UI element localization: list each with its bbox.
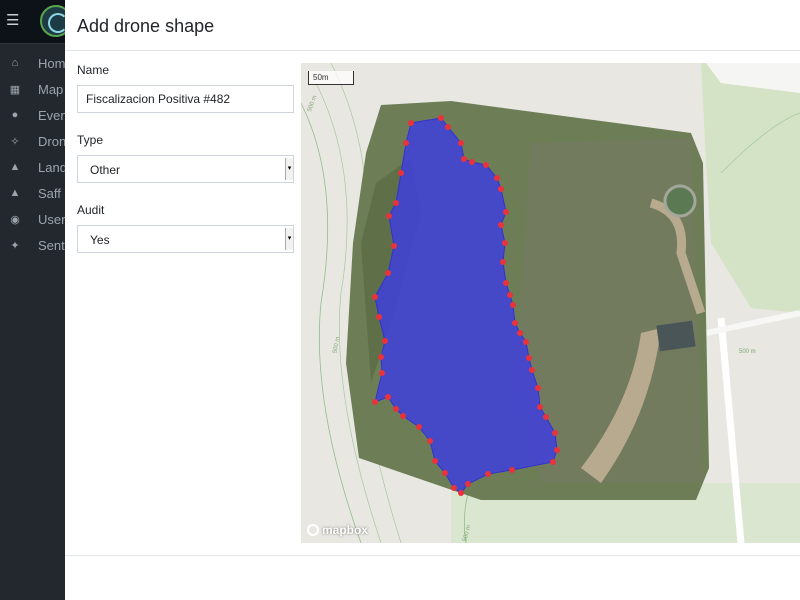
alert-icon: ● bbox=[11, 109, 19, 121]
polygon-vertex-handle[interactable] bbox=[400, 413, 406, 419]
sidebar-nav: ⌂Home ▦Map ●Events ✧Drones ▲Land ▲Saff ◉… bbox=[0, 44, 65, 258]
mapbox-logo[interactable]: mapbox bbox=[307, 523, 368, 537]
polygon-vertex-handle[interactable] bbox=[386, 213, 392, 219]
polygon-vertex-handle[interactable] bbox=[498, 222, 504, 228]
polygon-vertex-handle[interactable] bbox=[432, 458, 438, 464]
sidebar-item-saff[interactable]: ▲ Saff bbox=[0, 180, 65, 206]
type-select[interactable]: Other ▾ bbox=[77, 155, 294, 183]
polygon-vertex-handle[interactable] bbox=[507, 292, 513, 298]
chevron-down-icon: ▾ bbox=[285, 228, 293, 250]
polygon-vertex-handle[interactable] bbox=[398, 170, 404, 176]
satellite-icon: ✦ bbox=[10, 239, 20, 252]
add-drone-shape-modal: Add drone shape Name Type Other ▾ Audit … bbox=[65, 0, 800, 600]
polygon-vertex-handle[interactable] bbox=[416, 424, 422, 430]
polygon-vertex-handle[interactable] bbox=[510, 302, 516, 308]
polygon-vertex-handle[interactable] bbox=[512, 320, 518, 326]
polygon-vertex-handle[interactable] bbox=[458, 490, 464, 496]
polygon-vertex-handle[interactable] bbox=[535, 385, 541, 391]
polygon-vertex-handle[interactable] bbox=[378, 354, 384, 360]
polygon-vertex-handle[interactable] bbox=[385, 394, 391, 400]
sidebar: ☰ ⌂Home ▦Map ●Events ✧Drones ▲Land ▲Saff… bbox=[0, 0, 65, 600]
audit-label: Audit bbox=[77, 203, 105, 217]
polygon-vertex-handle[interactable] bbox=[498, 186, 504, 192]
polygon-vertex-handle[interactable] bbox=[393, 200, 399, 206]
mapbox-logo-icon bbox=[307, 524, 319, 536]
polygon-vertex-handle[interactable] bbox=[382, 338, 388, 344]
polygon-vertex-handle[interactable] bbox=[385, 270, 391, 276]
polygon-vertex-handle[interactable] bbox=[442, 470, 448, 476]
polygon-vertex-handle[interactable] bbox=[438, 115, 444, 121]
name-label: Name bbox=[77, 63, 110, 77]
polygon-vertex-handle[interactable] bbox=[372, 399, 378, 405]
polygon-vertex-handle[interactable] bbox=[554, 447, 560, 453]
water-tank bbox=[663, 184, 697, 218]
polygon-vertex-handle[interactable] bbox=[502, 240, 508, 246]
hamburger-menu-icon[interactable]: ☰ bbox=[6, 12, 19, 30]
map-canvas[interactable]: 500 m 500 m 500 m 500 m bbox=[301, 63, 800, 543]
land-icon: ▲ bbox=[9, 161, 21, 173]
polygon-vertex-handle[interactable] bbox=[483, 162, 489, 168]
audit-select-value: Yes bbox=[90, 233, 110, 247]
polygon-vertex-handle[interactable] bbox=[408, 120, 414, 126]
polygon-vertex-handle[interactable] bbox=[427, 438, 433, 444]
modal-title: Add drone shape bbox=[77, 16, 215, 36]
polygon-vertex-handle[interactable] bbox=[509, 467, 515, 473]
sidebar-item-drones[interactable]: ✧Drones bbox=[0, 128, 65, 154]
polygon-vertex-handle[interactable] bbox=[391, 243, 397, 249]
polygon-vertex-handle[interactable] bbox=[503, 280, 509, 286]
users-icon: ◉ bbox=[10, 213, 20, 226]
polygon-vertex-handle[interactable] bbox=[529, 367, 535, 373]
contour-label: 500 m bbox=[739, 349, 756, 355]
polygon-vertex-handle[interactable] bbox=[461, 156, 467, 162]
map-scale-bar: 50m bbox=[308, 71, 354, 85]
sidebar-item-map[interactable]: ▦ Map bbox=[0, 76, 65, 102]
sidebar-item-users[interactable]: ◉Users bbox=[0, 206, 65, 232]
polygon-vertex-handle[interactable] bbox=[376, 314, 382, 320]
polygon-vertex-handle[interactable] bbox=[469, 159, 475, 165]
sidebar-item-sentinel[interactable]: ✦Sentinel bbox=[0, 232, 65, 258]
polygon-vertex-handle[interactable] bbox=[372, 294, 378, 300]
building-roof bbox=[656, 320, 696, 352]
polygon-vertex-handle[interactable] bbox=[550, 459, 556, 465]
sidebar-item-events[interactable]: ●Events bbox=[0, 102, 65, 128]
home-icon: ⌂ bbox=[11, 57, 19, 69]
polygon-vertex-handle[interactable] bbox=[403, 140, 409, 146]
drone-icon: ✧ bbox=[10, 135, 20, 148]
shape-form: Name Type Other ▾ Audit Yes ▾ bbox=[77, 63, 294, 273]
polygon-vertex-handle[interactable] bbox=[517, 330, 523, 336]
modal-header: Add drone shape bbox=[65, 0, 800, 51]
polygon-vertex-handle[interactable] bbox=[451, 485, 457, 491]
type-label: Type bbox=[77, 133, 104, 147]
sidebar-header: ☰ bbox=[0, 0, 65, 44]
polygon-vertex-handle[interactable] bbox=[379, 370, 385, 376]
app-logo[interactable] bbox=[40, 5, 65, 37]
polygon-vertex-handle[interactable] bbox=[537, 404, 543, 410]
chevron-down-icon: ▾ bbox=[285, 158, 293, 180]
polygon-vertex-handle[interactable] bbox=[500, 259, 506, 265]
polygon-vertex-handle[interactable] bbox=[494, 175, 500, 181]
map-icon: ▦ bbox=[9, 83, 21, 96]
polygon-vertex-handle[interactable] bbox=[485, 471, 491, 477]
polygon-vertex-handle[interactable] bbox=[523, 339, 529, 345]
polygon-vertex-handle[interactable] bbox=[503, 209, 509, 215]
polygon-vertex-handle[interactable] bbox=[465, 481, 471, 487]
polygon-vertex-handle[interactable] bbox=[458, 140, 464, 146]
polygon-vertex-handle[interactable] bbox=[393, 406, 399, 412]
name-input[interactable] bbox=[77, 85, 294, 113]
map-view[interactable]: 500 m 500 m 500 m 500 m 50m mapbox bbox=[301, 63, 800, 543]
mapbox-logo-text: mapbox bbox=[322, 523, 369, 537]
audit-select[interactable]: Yes ▾ bbox=[77, 225, 294, 253]
polygon-vertex-handle[interactable] bbox=[526, 355, 532, 361]
sidebar-item-land[interactable]: ▲ Land bbox=[0, 154, 65, 180]
polygon-vertex-handle[interactable] bbox=[543, 414, 549, 420]
sidebar-item-home[interactable]: ⌂Home bbox=[0, 50, 65, 76]
polygon-vertex-handle[interactable] bbox=[552, 430, 558, 436]
tree-icon: ▲ bbox=[9, 187, 21, 199]
polygon-vertex-handle[interactable] bbox=[445, 124, 451, 130]
type-select-value: Other bbox=[90, 163, 121, 177]
modal-footer bbox=[65, 555, 800, 600]
